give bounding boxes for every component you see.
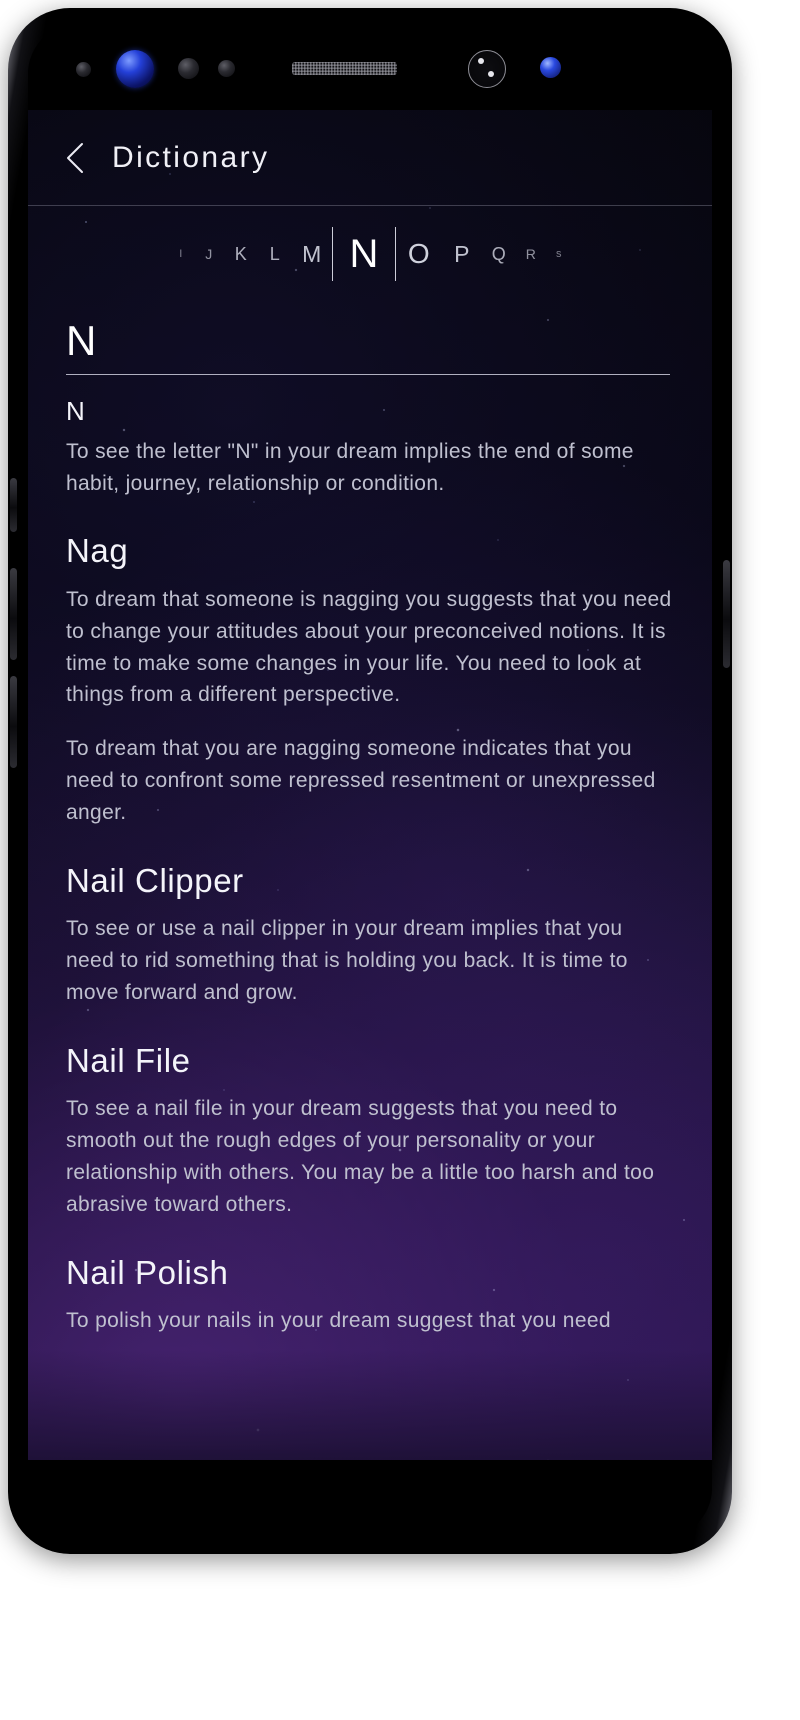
alphabet-item-l[interactable]: L xyxy=(258,245,292,263)
dictionary-entry[interactable]: Nail File To see a nail file in your dre… xyxy=(66,1042,674,1221)
device-top-bezel xyxy=(28,24,712,110)
dictionary-entry-list: N To see the letter "N" in your dream im… xyxy=(66,375,674,1337)
alphabet-item-q[interactable]: Q xyxy=(482,245,516,263)
alphabet-item-s[interactable]: s xyxy=(546,248,572,260)
secondary-camera-icon xyxy=(540,57,561,78)
face-sensor-icon xyxy=(468,50,506,88)
content-bottom-fade xyxy=(28,1350,712,1460)
phone-device-frame: Dictionary I J K L M N O P Q R s N N To … xyxy=(8,8,732,1554)
back-button[interactable] xyxy=(58,141,92,175)
light-sensor-icon xyxy=(218,60,235,77)
section-header: N xyxy=(66,320,670,375)
alphabet-selector[interactable]: I J K L M N O P Q R s xyxy=(28,206,712,302)
proximity-sensor-icon xyxy=(76,62,91,77)
alphabet-item-n-selected[interactable]: N xyxy=(333,234,395,274)
app-header: Dictionary xyxy=(28,110,712,206)
dictionary-entry[interactable]: Nail Clipper To see or use a nail clippe… xyxy=(66,862,674,1009)
entry-paragraph: To see or use a nail clipper in your dre… xyxy=(66,917,628,1005)
alphabet-item-j[interactable]: J xyxy=(194,247,224,261)
side-button-volume-up[interactable] xyxy=(10,568,17,660)
alphabet-item-i[interactable]: I xyxy=(168,248,194,260)
side-button-power[interactable] xyxy=(723,560,730,668)
entry-paragraph: To dream that you are nagging someone in… xyxy=(66,737,656,825)
alphabet-item-p[interactable]: P xyxy=(442,242,482,266)
earpiece-speaker-icon xyxy=(292,62,397,75)
alphabet-item-k[interactable]: K xyxy=(224,245,258,263)
entry-paragraph: To see a nail file in your dream suggest… xyxy=(66,1097,655,1217)
entry-term: Nail File xyxy=(66,1042,191,1080)
entry-paragraph: To polish your nails in your dream sugge… xyxy=(66,1309,611,1333)
device-bottom-bezel xyxy=(28,1460,712,1538)
side-button-volume-down[interactable] xyxy=(10,676,17,768)
entry-term: Nail Polish xyxy=(66,1253,229,1291)
entry-paragraph: To see the letter "N" in your dream impl… xyxy=(66,439,634,495)
page-title: Dictionary xyxy=(112,140,270,174)
iris-sensor-icon xyxy=(178,58,199,79)
front-camera-icon xyxy=(116,50,154,88)
app-screen: Dictionary I J K L M N O P Q R s N N To … xyxy=(28,110,712,1460)
entry-paragraph: To dream that someone is nagging you sug… xyxy=(66,587,672,707)
phone-screen-area: Dictionary I J K L M N O P Q R s N N To … xyxy=(28,24,712,1538)
dictionary-entry[interactable]: N To see the letter "N" in your dream im… xyxy=(66,397,674,499)
alphabet-item-m[interactable]: M xyxy=(292,242,332,266)
side-button-bixby[interactable] xyxy=(10,478,17,532)
chevron-left-icon xyxy=(67,142,83,173)
entry-term: N xyxy=(66,396,86,426)
entry-term: Nail Clipper xyxy=(66,862,244,900)
alphabet-item-r[interactable]: R xyxy=(516,247,546,261)
dictionary-entry[interactable]: Nag To dream that someone is nagging you… xyxy=(66,533,674,829)
section-letter: N xyxy=(66,317,98,364)
screenshot-root: Dictionary I J K L M N O P Q R s N N To … xyxy=(0,0,800,1720)
dictionary-entry[interactable]: Nail Polish To polish your nails in your… xyxy=(66,1253,674,1337)
alphabet-item-o[interactable]: O xyxy=(396,240,442,268)
entry-term: Nag xyxy=(66,532,129,570)
